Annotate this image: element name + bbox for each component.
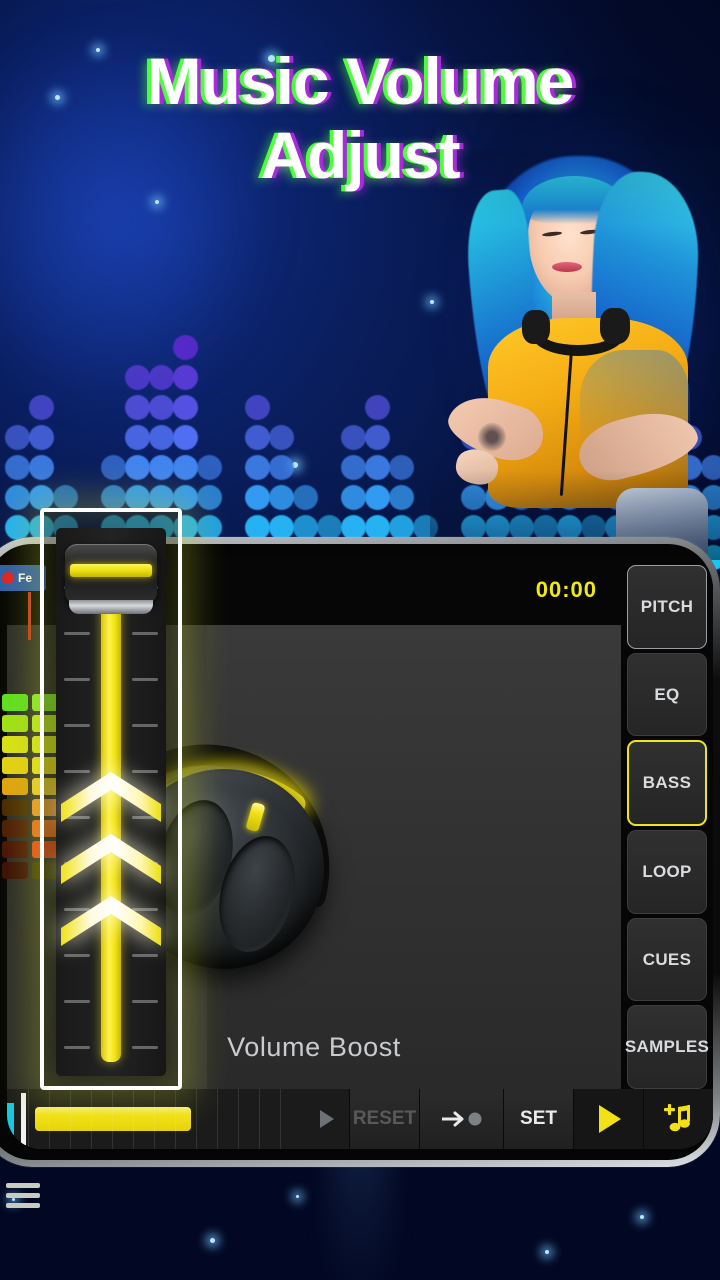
progress-gridline (238, 1089, 240, 1149)
dj-photo (430, 150, 720, 560)
fader-tick (64, 1000, 90, 1003)
fader-tick (64, 678, 90, 681)
fader-tick (132, 954, 158, 957)
progress-gridline (112, 1089, 114, 1149)
vu-segment (2, 694, 28, 711)
record-dot-icon (2, 572, 14, 584)
menu-icon[interactable] (6, 1180, 40, 1210)
vu-meter-left (2, 694, 28, 879)
fader-tick (64, 632, 90, 635)
boost-chevron (59, 894, 163, 948)
boost-chevron (59, 832, 163, 886)
progress-gridline (91, 1089, 93, 1149)
equalizer-dot (388, 455, 414, 480)
rail-button-bass[interactable]: BASS (627, 740, 707, 827)
fader-tick (132, 1046, 158, 1049)
vu-segment (2, 778, 28, 795)
boost-chevron (59, 770, 163, 824)
rail-button-eq[interactable]: EQ (627, 652, 707, 737)
progress-gridline (175, 1089, 177, 1149)
equalizer-dot (52, 485, 78, 510)
vu-segment (2, 820, 28, 837)
equalizer-dot (364, 395, 390, 420)
transport-bar: RESET SET (7, 1089, 713, 1149)
sparkle (296, 1195, 299, 1198)
fader-handle-stripe (70, 564, 152, 577)
cue-button[interactable] (419, 1089, 503, 1149)
menu-bar-1 (6, 1182, 40, 1188)
equalizer-dot (268, 455, 294, 480)
equalizer-dot (268, 425, 294, 450)
vu-segment (2, 736, 28, 753)
add-music-note-icon (663, 1104, 690, 1132)
reset-button[interactable]: RESET (349, 1089, 419, 1149)
sparkle (640, 1215, 644, 1219)
equalizer-dot (292, 485, 318, 510)
sparkle (210, 1238, 215, 1243)
equalizer-dot (388, 485, 414, 510)
fader-tick (132, 724, 158, 727)
add-track-button[interactable] (643, 1089, 713, 1149)
play-triangle-icon (598, 1105, 621, 1133)
promo-screenshot: Music Volume Adjust 00:00 Volume Boost P… (0, 0, 720, 1280)
vu-segment (2, 757, 28, 774)
progress-gridline (259, 1089, 261, 1149)
progress-cue-marker (7, 1103, 14, 1135)
vu-segment (2, 715, 28, 732)
equalizer-dot (196, 455, 222, 480)
vu-segment (2, 841, 28, 858)
sparkle (545, 1250, 549, 1254)
equalizer-dot (28, 395, 54, 420)
fader-inner (44, 512, 178, 1086)
equalizer-dot (172, 395, 198, 420)
rail-button-loop[interactable]: LOOP (627, 830, 707, 914)
fader-tick (132, 632, 158, 635)
play-triangle-icon (319, 1110, 334, 1128)
rail-button-samples[interactable]: SAMPLES (625, 1005, 709, 1090)
fader-tick (64, 724, 90, 727)
rail-button-pitch[interactable]: PITCH (627, 565, 707, 649)
track-timer: 00:00 (535, 577, 597, 602)
fader-tick (64, 1046, 90, 1049)
progress-play-button[interactable] (303, 1089, 349, 1149)
set-button[interactable]: SET (503, 1089, 573, 1149)
play-button[interactable] (573, 1089, 643, 1149)
equalizer-dot (28, 455, 54, 480)
page-title: Music Volume Adjust (146, 44, 575, 192)
sparkle (155, 200, 159, 204)
fader-tick (132, 678, 158, 681)
rail-button-cues[interactable]: CUES (627, 917, 707, 1002)
track-progress-bar[interactable] (7, 1089, 303, 1149)
arrow-to-dot-icon (441, 1111, 481, 1127)
effects-button-rail: PITCH EQ BASS LOOP CUES SAMPLES (621, 555, 713, 1090)
progress-gridline (133, 1089, 135, 1149)
feedback-label: Fe (18, 571, 33, 585)
equalizer-dot (172, 365, 198, 390)
menu-bar-2 (6, 1192, 40, 1198)
fader-tick (64, 954, 90, 957)
progress-gridline (217, 1089, 219, 1149)
equalizer-dot (244, 395, 270, 420)
fader-tick (132, 1000, 158, 1003)
vu-segment (2, 862, 28, 879)
equalizer-dot (28, 425, 54, 450)
volume-fader[interactable] (40, 508, 182, 1090)
dj-photo-shading (430, 150, 720, 560)
progress-gridline (154, 1089, 156, 1149)
progress-playhead[interactable] (21, 1093, 26, 1145)
progress-gridline (49, 1089, 51, 1149)
equalizer-dot (196, 485, 222, 510)
left-red-indicator (28, 592, 31, 640)
fader-handle-foot (69, 600, 153, 614)
progress-gridline (28, 1089, 30, 1149)
progress-gridline (196, 1089, 198, 1149)
equalizer-dot (172, 425, 198, 450)
menu-bar-3 (6, 1202, 40, 1208)
progress-gridline (70, 1089, 72, 1149)
equalizer-dot (364, 425, 390, 450)
equalizer-dot (172, 335, 198, 360)
progress-gridline (280, 1089, 282, 1149)
vu-segment (2, 799, 28, 816)
